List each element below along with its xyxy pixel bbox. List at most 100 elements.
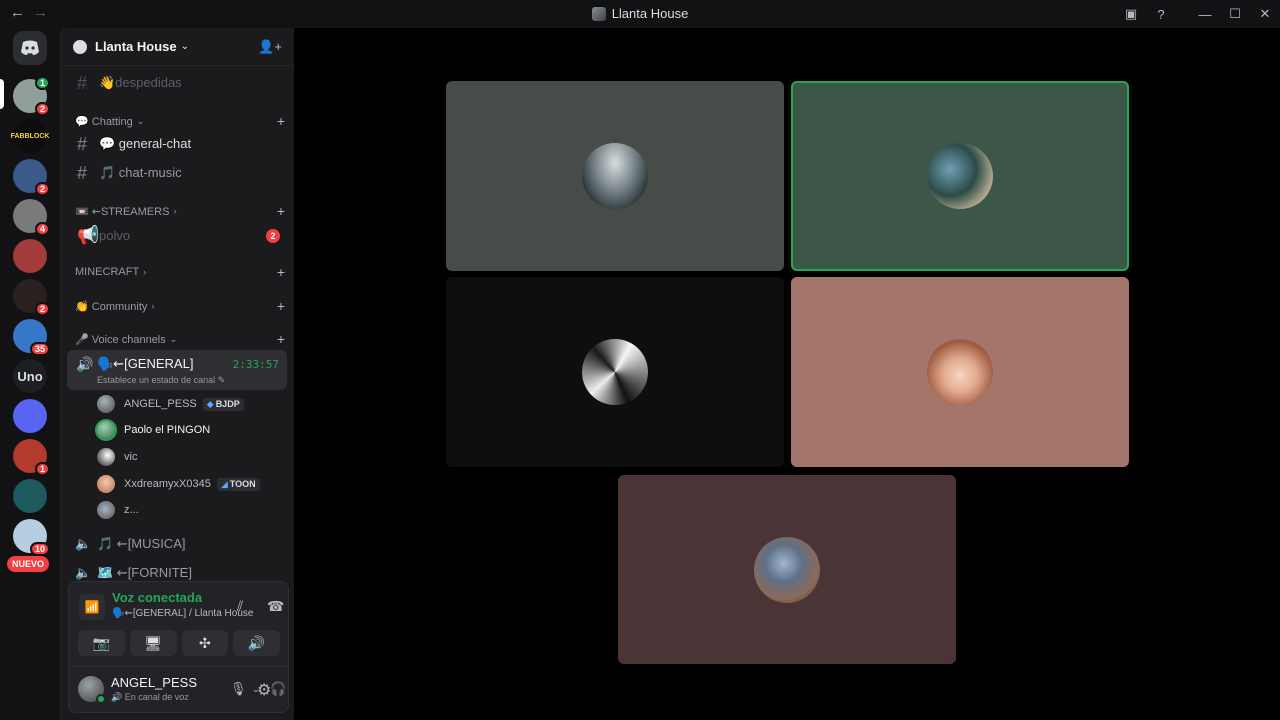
selected-server-pill — [0, 79, 4, 109]
voice-connected-title[interactable]: Voz conectada — [112, 590, 202, 605]
server-icon-server-10[interactable]: 1 — [13, 439, 50, 476]
channel-general-chat[interactable]: # 💬 general-chat — [69, 131, 287, 157]
hash-icon: # — [77, 133, 88, 154]
invite-icon[interactable]: 👤+ — [258, 39, 282, 55]
add-channel-icon[interactable]: + — [277, 298, 285, 314]
tag-icon: ◆ — [206, 398, 214, 409]
participant-tile-vic[interactable] — [446, 277, 784, 467]
voice-channel-musica[interactable]: 🔈 🎵 ⇜[MUSICA] — [75, 533, 185, 555]
home-button[interactable] — [13, 31, 47, 65]
server-header[interactable]: Llanta House ⌄ 👤+ — [61, 28, 294, 66]
channel-label: polvo — [99, 227, 131, 243]
noise-suppression-icon[interactable]: ⫽ — [237, 598, 243, 615]
server-icon-server-1[interactable]: 21 — [13, 76, 50, 116]
voice-user-panel: 📶 Voz conectada 🗣️⇜[GENERAL] / Llanta Ho… — [68, 581, 300, 713]
voice-user-name: Paolo el PINGON — [124, 424, 211, 436]
server-icon-server-5[interactable] — [13, 239, 47, 273]
online-status-icon — [96, 694, 106, 704]
chevron-down-icon: ⌄ — [180, 41, 190, 52]
mention-badge: 2 — [34, 182, 50, 196]
category-label: 🎤 Voice channels — [75, 333, 166, 346]
separator — [1176, 0, 1190, 28]
avatar: FABBLOCK — [11, 119, 49, 153]
tag-label: BJDP — [215, 398, 240, 409]
window-title: Llanta House — [0, 6, 1280, 21]
voice-user[interactable]: XxdreamyxX0345 ◢ TOON — [97, 472, 260, 496]
disconnect-icon[interactable]: ☎ — [267, 598, 284, 615]
help-icon[interactable]: ? — [1146, 0, 1176, 28]
category-streamers[interactable]: 📼 ⇜STREAMERS › + — [75, 203, 285, 219]
mention-badge: 2 — [34, 302, 50, 316]
user-status: 🔊 En canal de voz — [111, 692, 189, 703]
server-icon-server-9[interactable] — [13, 399, 47, 433]
category-voice-channels[interactable]: 🎤 Voice channels ⌄ + — [75, 331, 285, 347]
participant-tile-z[interactable] — [618, 475, 956, 664]
server-icon-server-7[interactable]: 35 — [13, 319, 50, 356]
category-label: 💬 Chatting — [75, 115, 133, 128]
signal-icon[interactable]: 📶 — [79, 594, 105, 620]
server-icon-server-3[interactable]: 2 — [13, 159, 50, 196]
avatar — [754, 536, 820, 603]
microphone-icon[interactable]: 🎙 — [230, 681, 247, 697]
window-controls: ▣ ? — ☐ ✕ — [1116, 0, 1280, 28]
participant-tile-dreamy[interactable] — [791, 277, 1129, 467]
soundboard-button[interactable]: 🔊 — [233, 630, 280, 656]
category-community[interactable]: 👏 Community › + — [75, 298, 285, 314]
add-channel-icon[interactable]: + — [277, 113, 285, 129]
add-channel-icon[interactable]: + — [277, 203, 285, 219]
channel-despedidas[interactable]: # 👋despedidas — [69, 70, 287, 96]
username: ANGEL_PESS — [111, 675, 197, 690]
clan-tag: ◆ BJDP — [202, 397, 244, 411]
speaker-icon: 🔈 — [75, 536, 92, 551]
voice-user-name: XxdreamyxX0345 — [124, 478, 211, 490]
maximize-button[interactable]: ☐ — [1220, 0, 1250, 28]
activities-button[interactable]: ✣ — [181, 630, 229, 656]
add-channel-icon[interactable]: + — [277, 264, 285, 280]
window-title-text: Llanta House — [611, 6, 689, 21]
close-button[interactable]: ✕ — [1250, 0, 1280, 28]
add-channel-icon[interactable]: + — [277, 331, 285, 347]
voice-user[interactable]: z... — [97, 498, 139, 522]
mention-badge: 4 — [34, 222, 50, 236]
voice-connected-location[interactable]: 🗣️⇜[GENERAL] / Llanta House — [112, 608, 253, 619]
avatar — [97, 395, 115, 413]
server-name: Llanta House — [95, 39, 177, 54]
channel-sidebar: Llanta House ⌄ 👤+ # 👋despedidas 💬 Chatti… — [60, 28, 300, 720]
unread-badge: 2 — [266, 229, 280, 243]
voice-user[interactable]: Paolo el PINGON — [97, 418, 210, 442]
server-icon-server-12[interactable]: 10 — [13, 519, 50, 556]
camera-button[interactable]: 📷 — [78, 630, 125, 656]
headphones-icon[interactable]: 🎧 — [270, 681, 286, 697]
server-icon-uno[interactable]: Uno — [13, 359, 47, 393]
settings-icon[interactable]: ⚙ — [257, 680, 271, 700]
new-badge[interactable]: NUEVO — [7, 556, 50, 572]
voice-user[interactable]: ANGEL_PESS ◆ BJDP — [97, 392, 244, 416]
category-label: MINECRAFT — [75, 266, 140, 278]
server-icon-server-6[interactable]: 2 — [13, 279, 50, 316]
participant-tile-paolo[interactable] — [791, 81, 1129, 271]
voice-channel-general[interactable]: 🔊 🗣️⇜[GENERAL] 2:33:57 Establece un esta… — [67, 350, 287, 390]
server-icon-server-11[interactable] — [13, 479, 47, 513]
avatar — [97, 475, 115, 493]
voice-channel-name: 🗺️ ⇜[FORNITE] — [97, 565, 192, 580]
avatar — [582, 339, 648, 405]
user-area[interactable]: ANGEL_PESS 🔊 En canal de voz 🎙 ⌄ 🎧 ⌄ — [78, 674, 300, 706]
screenshare-button[interactable]: 🖥 — [129, 630, 177, 656]
voice-stage — [294, 28, 1280, 720]
channel-chat-music[interactable]: # 🎵 chat-music — [69, 160, 287, 186]
server-icon-fabblock[interactable]: FABBLOCK — [11, 119, 49, 153]
category-chatting[interactable]: 💬 Chatting ⌄ + — [75, 113, 285, 129]
divider — [69, 666, 288, 667]
announcement-icon: 📢 — [77, 224, 100, 245]
set-channel-status[interactable]: Establece un estado de canal ✎ — [97, 375, 225, 386]
voice-user[interactable]: vic — [97, 445, 137, 469]
channel-polvo[interactable]: 📢 polvo — [69, 222, 287, 248]
category-label: 📼 ⇜STREAMERS — [75, 205, 170, 218]
inbox-icon[interactable]: ▣ — [1116, 0, 1146, 28]
participant-tile-angel[interactable] — [446, 81, 784, 271]
server-icon-server-4[interactable]: 4 — [13, 199, 50, 236]
voice-user-name: vic — [124, 451, 138, 463]
category-minecraft[interactable]: MINECRAFT › + — [75, 264, 285, 280]
clan-tag: ◢ TOON — [216, 477, 260, 491]
minimize-button[interactable]: — — [1190, 0, 1220, 28]
